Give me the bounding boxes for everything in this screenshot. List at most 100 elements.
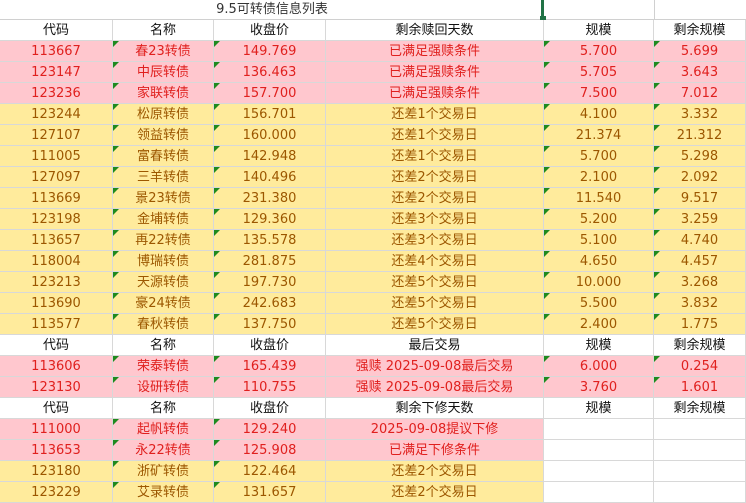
cell-remain[interactable]: 21.312 (654, 125, 746, 146)
cell-code[interactable]: 123147 (0, 62, 113, 83)
cell-price[interactable]: 157.700 (214, 83, 326, 104)
cell-code[interactable]: 111005 (0, 146, 113, 167)
cell-remain[interactable]: 0.254 (654, 356, 746, 377)
cell-code[interactable]: 127097 (0, 167, 113, 188)
cell-name[interactable]: 春23转债 (113, 41, 214, 62)
header-code[interactable]: 代码 (0, 335, 113, 356)
cell-remain[interactable]: 1.775 (654, 314, 746, 335)
cell-price[interactable]: 137.750 (214, 314, 326, 335)
cell-name[interactable]: 三羊转债 (113, 167, 214, 188)
cell-name[interactable]: 浙矿转债 (113, 461, 214, 482)
cell-status[interactable]: 还差1个交易日 (326, 146, 544, 167)
cell-scale[interactable] (544, 419, 654, 440)
cell-remain[interactable]: 3.643 (654, 62, 746, 83)
cell-scale[interactable]: 2.100 (544, 167, 654, 188)
cell-name[interactable]: 中辰转债 (113, 62, 214, 83)
header-scale[interactable]: 规模 (544, 20, 654, 41)
cell-name[interactable]: 天源转债 (113, 272, 214, 293)
cell-price[interactable]: 281.875 (214, 251, 326, 272)
cell-price[interactable]: 140.496 (214, 167, 326, 188)
cell-price[interactable]: 149.769 (214, 41, 326, 62)
cell-remain[interactable] (654, 440, 746, 461)
cell-code[interactable]: 123180 (0, 461, 113, 482)
cell-status[interactable]: 还差2个交易日 (326, 188, 544, 209)
cell-status[interactable]: 还差1个交易日 (326, 125, 544, 146)
cell-remain[interactable]: 7.012 (654, 83, 746, 104)
cell-price[interactable]: 110.755 (214, 377, 326, 398)
cell-status[interactable]: 2025-09-08提议下修 (326, 419, 544, 440)
cell-scale[interactable]: 7.500 (544, 83, 654, 104)
header-price[interactable]: 收盘价 (214, 398, 326, 419)
cell-name[interactable]: 荣泰转债 (113, 356, 214, 377)
cell-code[interactable]: 123236 (0, 83, 113, 104)
cell-price[interactable]: 136.463 (214, 62, 326, 83)
cell-price[interactable]: 231.380 (214, 188, 326, 209)
header-scale[interactable]: 规模 (544, 398, 654, 419)
cell-price[interactable]: 165.439 (214, 356, 326, 377)
cell-name[interactable]: 豪24转债 (113, 293, 214, 314)
sheet-title[interactable]: 9.5可转债信息列表 (0, 0, 544, 20)
cell-scale[interactable]: 5.700 (544, 146, 654, 167)
cell-code[interactable]: 113690 (0, 293, 113, 314)
cell-status[interactable]: 已满足强赎条件 (326, 83, 544, 104)
cell-remain[interactable]: 5.298 (654, 146, 746, 167)
cell-price[interactable]: 242.683 (214, 293, 326, 314)
cell-remain[interactable] (654, 419, 746, 440)
cell-scale[interactable]: 5.200 (544, 209, 654, 230)
cell-scale[interactable]: 21.374 (544, 125, 654, 146)
cell-remain[interactable]: 3.259 (654, 209, 746, 230)
cell-status[interactable]: 还差5个交易日 (326, 293, 544, 314)
cell-name[interactable]: 富春转债 (113, 146, 214, 167)
cell-price[interactable]: 125.908 (214, 440, 326, 461)
cell-code[interactable]: 123213 (0, 272, 113, 293)
cell-name[interactable]: 景23转债 (113, 188, 214, 209)
cell-code[interactable]: 123130 (0, 377, 113, 398)
cell-code[interactable]: 113669 (0, 188, 113, 209)
cell-code[interactable]: 113653 (0, 440, 113, 461)
cell-status[interactable]: 已满足下修条件 (326, 440, 544, 461)
cell-scale[interactable]: 5.705 (544, 62, 654, 83)
cell-scale[interactable]: 4.100 (544, 104, 654, 125)
cell-price[interactable]: 129.240 (214, 419, 326, 440)
cell-remain[interactable]: 3.832 (654, 293, 746, 314)
cell-price[interactable]: 160.000 (214, 125, 326, 146)
cell-code[interactable]: 113667 (0, 41, 113, 62)
cell-code[interactable]: 113606 (0, 356, 113, 377)
header-price[interactable]: 收盘价 (214, 20, 326, 41)
header-scale[interactable]: 规模 (544, 335, 654, 356)
cell-name[interactable]: 松原转债 (113, 104, 214, 125)
header-status[interactable]: 剩余赎回天数 (326, 20, 544, 41)
header-name[interactable]: 名称 (113, 398, 214, 419)
cell-scale[interactable] (544, 461, 654, 482)
cell-scale[interactable]: 5.500 (544, 293, 654, 314)
cell-status[interactable]: 强赎 2025-09-08最后交易 (326, 377, 544, 398)
cell-name[interactable]: 家联转债 (113, 83, 214, 104)
header-name[interactable]: 名称 (113, 335, 214, 356)
cell-status[interactable]: 强赎 2025-09-08最后交易 (326, 356, 544, 377)
cell-remain[interactable]: 1.601 (654, 377, 746, 398)
header-status[interactable]: 最后交易 (326, 335, 544, 356)
cell-name[interactable]: 领益转债 (113, 125, 214, 146)
cell-status[interactable]: 还差4个交易日 (326, 251, 544, 272)
cell-scale[interactable]: 3.760 (544, 377, 654, 398)
cell-status[interactable]: 还差5个交易日 (326, 272, 544, 293)
header-remain[interactable]: 剩余规模 (654, 398, 746, 419)
cell-name[interactable]: 春秋转债 (113, 314, 214, 335)
cell-scale[interactable]: 5.700 (544, 41, 654, 62)
header-code[interactable]: 代码 (0, 20, 113, 41)
header-remain[interactable]: 剩余规模 (654, 20, 746, 41)
cell-name[interactable]: 金埔转债 (113, 209, 214, 230)
cell-status[interactable]: 还差2个交易日 (326, 167, 544, 188)
cell-remain[interactable]: 4.740 (654, 230, 746, 251)
cell-price[interactable]: 135.578 (214, 230, 326, 251)
cell-status[interactable]: 还差2个交易日 (326, 461, 544, 482)
cell-code[interactable]: 111000 (0, 419, 113, 440)
cell-status[interactable]: 已满足强赎条件 (326, 41, 544, 62)
cell-code[interactable]: 127107 (0, 125, 113, 146)
cell-status[interactable]: 还差3个交易日 (326, 209, 544, 230)
cell-remain[interactable]: 9.517 (654, 188, 746, 209)
cell-price[interactable]: 129.360 (214, 209, 326, 230)
cell-price[interactable]: 197.730 (214, 272, 326, 293)
cell-scale[interactable]: 4.650 (544, 251, 654, 272)
header-price[interactable]: 收盘价 (214, 335, 326, 356)
